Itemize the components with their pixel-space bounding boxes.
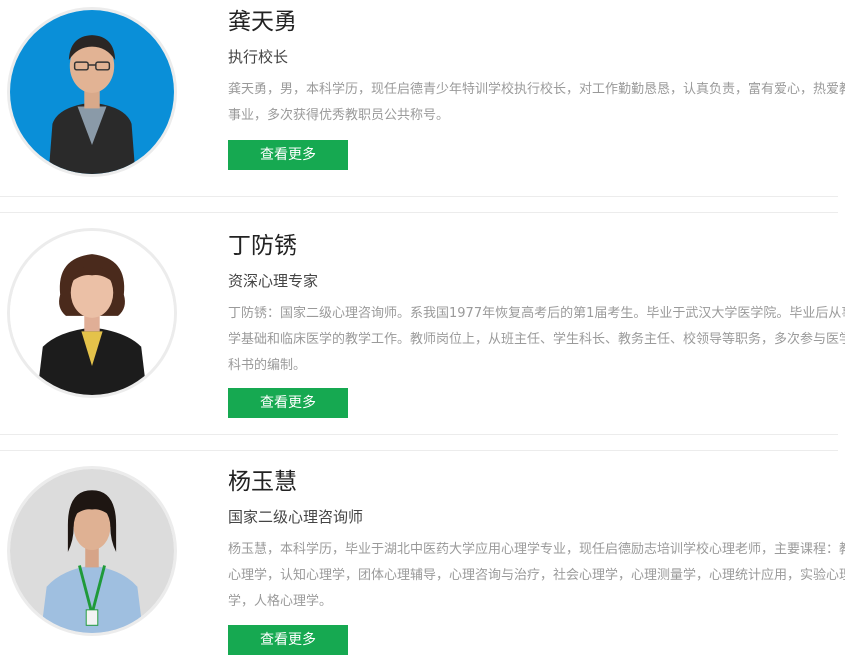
teacher-card: 丁防锈 资深心理专家 丁防锈：国家二级心理咨询师。系我国1977年恢复高考后的第… <box>0 212 845 434</box>
teacher-name: 杨玉慧 <box>228 469 297 495</box>
divider <box>0 434 838 435</box>
view-more-button[interactable]: 查看更多 <box>228 625 348 655</box>
divider <box>0 196 838 197</box>
teacher-info: 龚天勇 执行校长 龚天勇，男，本科学历，现任启德青少年特训学校执行校长，对工作勤… <box>228 7 845 129</box>
view-more-button[interactable]: 查看更多 <box>228 140 348 170</box>
view-more-button[interactable]: 查看更多 <box>228 388 348 418</box>
teacher-title: 执行校长 <box>228 48 289 66</box>
teacher-avatar[interactable] <box>7 7 177 177</box>
teacher-info: 杨玉慧 国家二级心理咨询师 杨玉慧，本科学历，毕业于湖北中医药大学应用心理学专业… <box>228 467 845 615</box>
teacher-name: 丁防锈 <box>228 233 297 259</box>
teacher-description: 龚天勇，男，本科学历，现任启德青少年特训学校执行校长，对工作勤勤恳恳，认真负责，… <box>228 82 845 123</box>
teacher-list: 龚天勇 执行校长 龚天勇，男，本科学历，现任启德青少年特训学校执行校长，对工作勤… <box>0 0 845 663</box>
teacher-card: 杨玉慧 国家二级心理咨询师 杨玉慧，本科学历，毕业于湖北中医药大学应用心理学专业… <box>0 450 845 663</box>
teacher-description: 丁防锈：国家二级心理咨询师。系我国1977年恢复高考后的第1届考生。毕业于武汉大… <box>228 306 845 373</box>
teacher-info: 丁防锈 资深心理专家 丁防锈：国家二级心理咨询师。系我国1977年恢复高考后的第… <box>228 231 845 379</box>
teacher-avatar[interactable] <box>7 466 177 636</box>
teacher-title: 国家二级心理咨询师 <box>228 508 364 526</box>
teacher-avatar[interactable] <box>7 228 177 398</box>
teacher-name: 龚天勇 <box>228 9 297 35</box>
teacher-description: 杨玉慧，本科学历，毕业于湖北中医药大学应用心理学专业，现任启德励志培训学校心理老… <box>228 542 845 609</box>
teacher-card: 龚天勇 执行校长 龚天勇，男，本科学历，现任启德青少年特训学校执行校长，对工作勤… <box>0 0 845 196</box>
teacher-title: 资深心理专家 <box>228 272 319 290</box>
